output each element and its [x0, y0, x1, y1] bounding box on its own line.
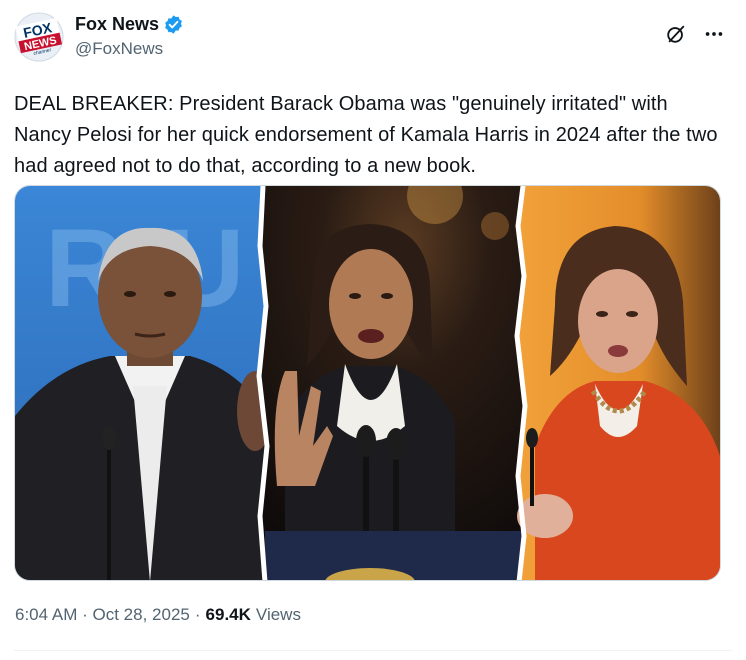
more-icon[interactable] [702, 22, 726, 46]
center-portrait [259, 186, 525, 580]
avatar[interactable]: FOX NEWS channel [14, 12, 64, 62]
tweet-media[interactable]: R U [14, 185, 721, 581]
grok-icon[interactable] [664, 22, 688, 46]
tweet-meta: 6:04 AM · Oct 28, 2025 · 69.4K Views [15, 603, 301, 627]
meta-separator: · [82, 605, 88, 624]
divider [14, 650, 732, 651]
tweet-header: FOX NEWS channel Fox News @FoxNews [14, 12, 730, 64]
header-actions [664, 22, 726, 46]
right-portrait [517, 186, 720, 580]
views-count: 69.4K [205, 605, 251, 624]
tweet-time-text[interactable]: 6:04 AM [15, 605, 77, 624]
author-name-row: Fox News [75, 13, 184, 35]
media-collage-image: R U [15, 186, 720, 580]
left-portrait: R U [15, 186, 275, 580]
tweet-text: DEAL BREAKER: President Barack Obama was… [14, 93, 718, 177]
meta-separator-2: · [194, 605, 201, 624]
fox-news-logo-icon: FOX NEWS channel [14, 12, 64, 62]
author-display-name[interactable]: Fox News [75, 13, 159, 35]
author-handle[interactable]: @FoxNews [75, 38, 184, 60]
author-block: Fox News @FoxNews [75, 13, 184, 60]
tweet-container: FOX NEWS channel Fox News @FoxNews DEAL … [0, 0, 746, 660]
views-label: Views [255, 605, 301, 624]
verified-badge-icon[interactable] [163, 14, 184, 35]
tweet-date-text[interactable]: Oct 28, 2025 [93, 605, 190, 624]
tweet-time[interactable]: 6:04 AM · Oct 28, 2025 [15, 603, 190, 627]
